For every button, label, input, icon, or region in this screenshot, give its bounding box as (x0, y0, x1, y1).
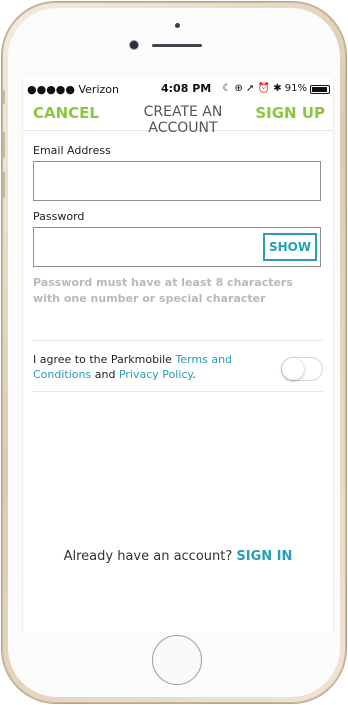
volume-down-button (2, 172, 5, 198)
app-screen: ●●●●● Verizon 4:08 PM ☾ ⊕ ➚ ⏰ ✱ 91% CANC… (22, 78, 334, 632)
navigation-bar: CANCEL CREATE AN ACCOUNT SIGN UP (23, 100, 333, 136)
toggle-knob (282, 358, 304, 380)
proximity-sensor (175, 23, 180, 28)
agreement-prefix: I agree to the Parkmobile (33, 353, 176, 366)
mute-switch (2, 90, 5, 104)
email-field[interactable] (33, 161, 321, 201)
page-title: CREATE AN ACCOUNT (143, 104, 223, 136)
volume-up-button (2, 132, 5, 158)
terms-toggle[interactable] (281, 357, 323, 381)
agreement-middle: and (91, 368, 119, 381)
divider (33, 391, 323, 392)
terms-agreement-text: I agree to the Parkmobile Terms and Cond… (33, 352, 253, 382)
sign-in-prompt: Already have an account? SIGN IN (23, 549, 333, 564)
show-password-button[interactable]: SHOW (263, 233, 317, 261)
phone-frame: ●●●●● Verizon 4:08 PM ☾ ⊕ ➚ ⏰ ✱ 91% CANC… (2, 2, 346, 703)
status-time: 4:08 PM (161, 82, 212, 95)
agreement-suffix: . (192, 368, 196, 381)
battery-icon (310, 85, 330, 94)
privacy-link[interactable]: Privacy Policy (119, 368, 192, 381)
front-camera-icon (130, 41, 138, 49)
home-button[interactable] (152, 635, 202, 685)
carrier-signal: ●●●●● Verizon (27, 83, 119, 96)
status-bar: ●●●●● Verizon 4:08 PM ☾ ⊕ ➚ ⏰ ✱ 91% (23, 78, 333, 100)
sign-in-link[interactable]: SIGN IN (236, 549, 292, 564)
email-label: Email Address (33, 144, 111, 157)
cancel-button[interactable]: CANCEL (33, 104, 99, 122)
password-label: Password (33, 210, 85, 223)
status-indicators: ☾ ⊕ ➚ ⏰ ✱ 91% (222, 83, 307, 94)
sign-in-prompt-text: Already have an account? (63, 549, 237, 564)
earpiece-speaker (152, 44, 202, 47)
sign-up-button[interactable]: SIGN UP (255, 104, 325, 122)
divider (33, 340, 323, 341)
battery-level-fill (312, 87, 327, 92)
password-hint: Password must have at least 8 characters… (33, 276, 293, 305)
